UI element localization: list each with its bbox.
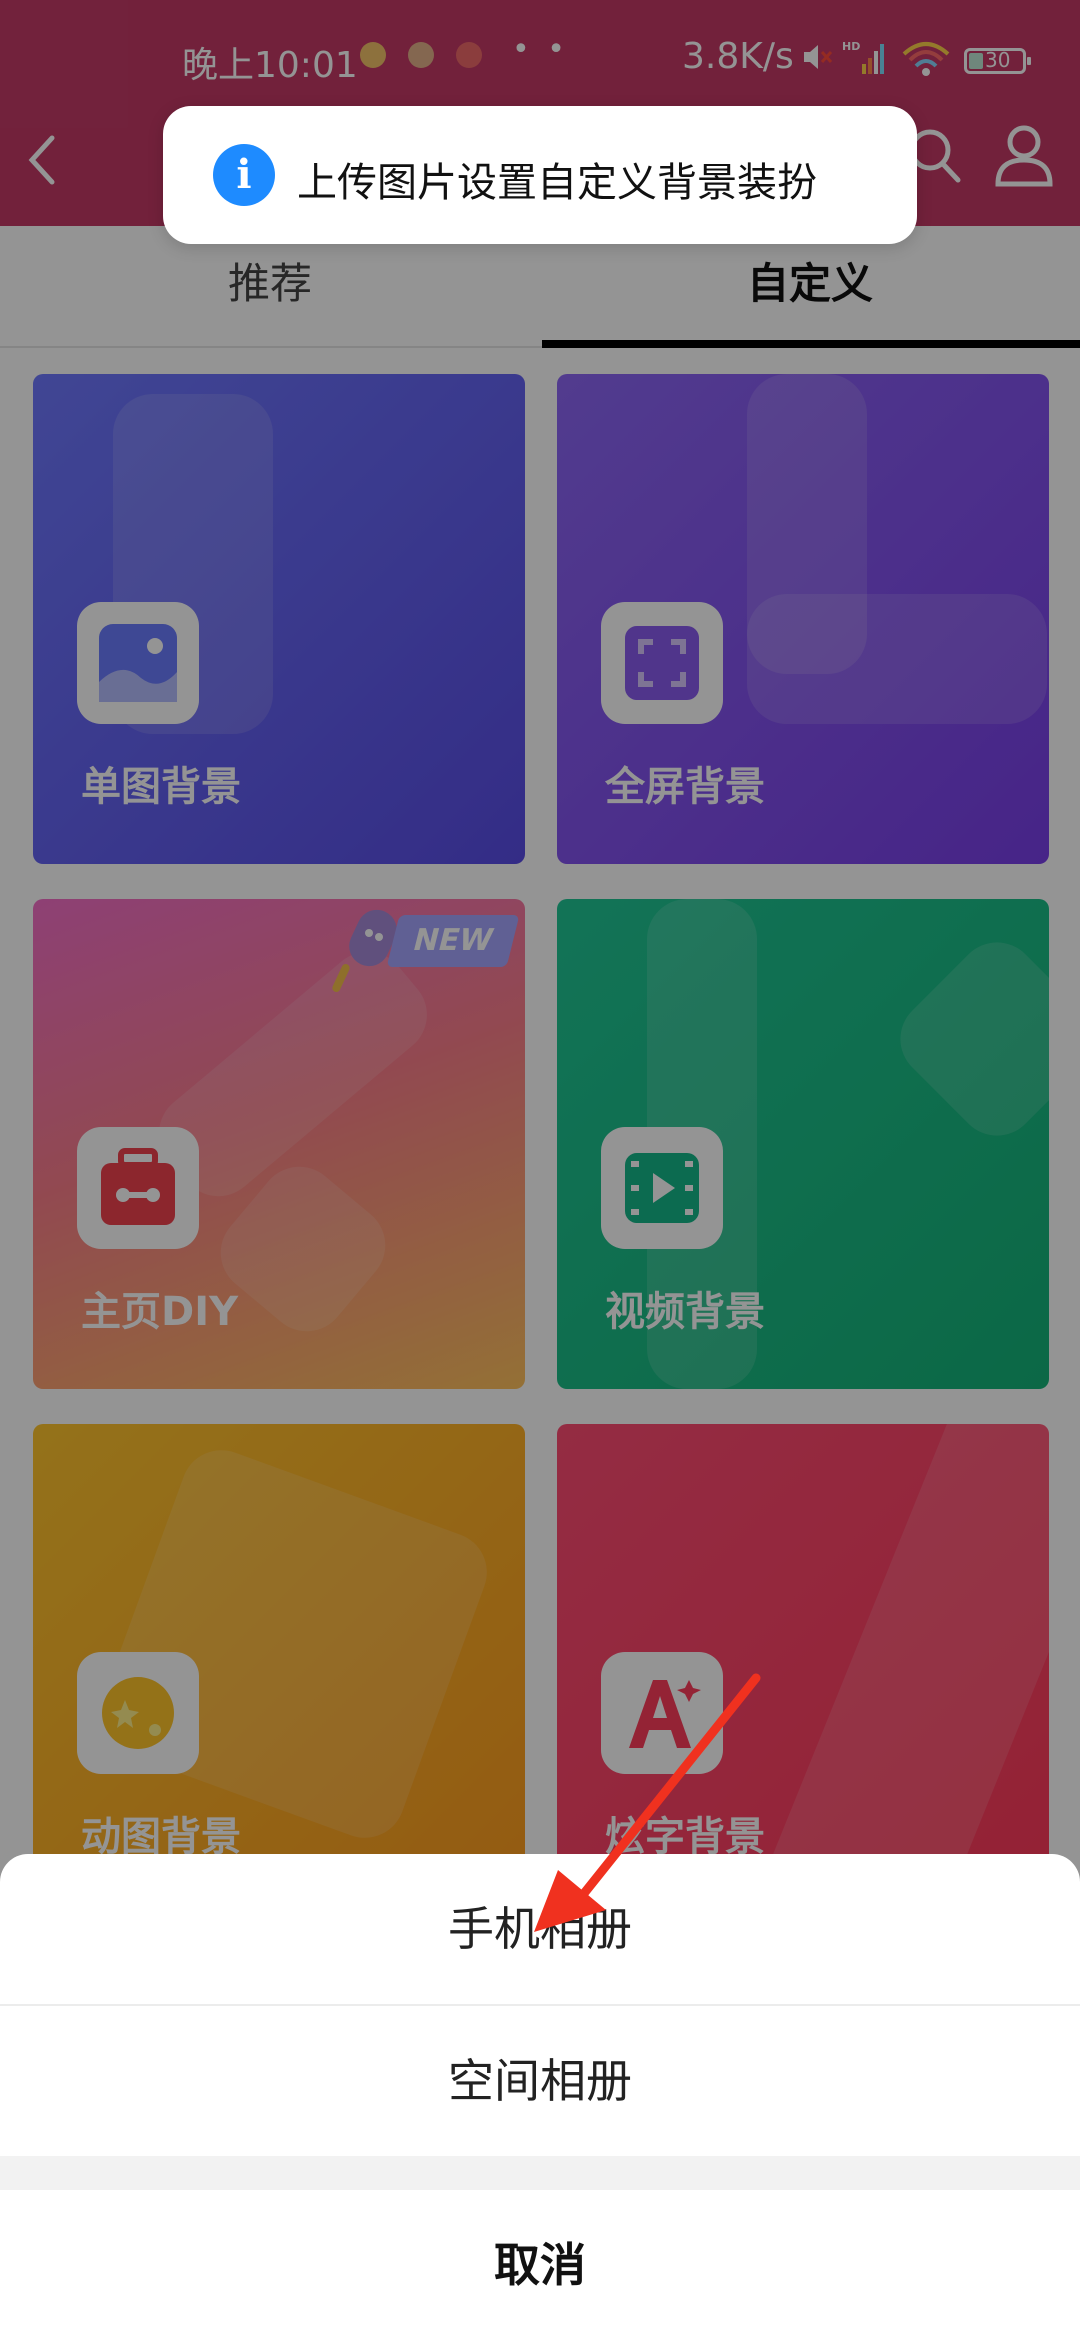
space-album-option[interactable]: 空间相册 bbox=[0, 2006, 1080, 2156]
annotation-arrow-icon bbox=[534, 1673, 761, 1932]
info-icon: i bbox=[213, 144, 275, 206]
info-toast: i 上传图片设置自定义背景装扮 bbox=[163, 106, 917, 244]
cancel-button[interactable]: 取消 bbox=[0, 2190, 1080, 2340]
toast-message: 上传图片设置自定义背景装扮 bbox=[297, 160, 817, 206]
section-gap bbox=[0, 2156, 1080, 2190]
